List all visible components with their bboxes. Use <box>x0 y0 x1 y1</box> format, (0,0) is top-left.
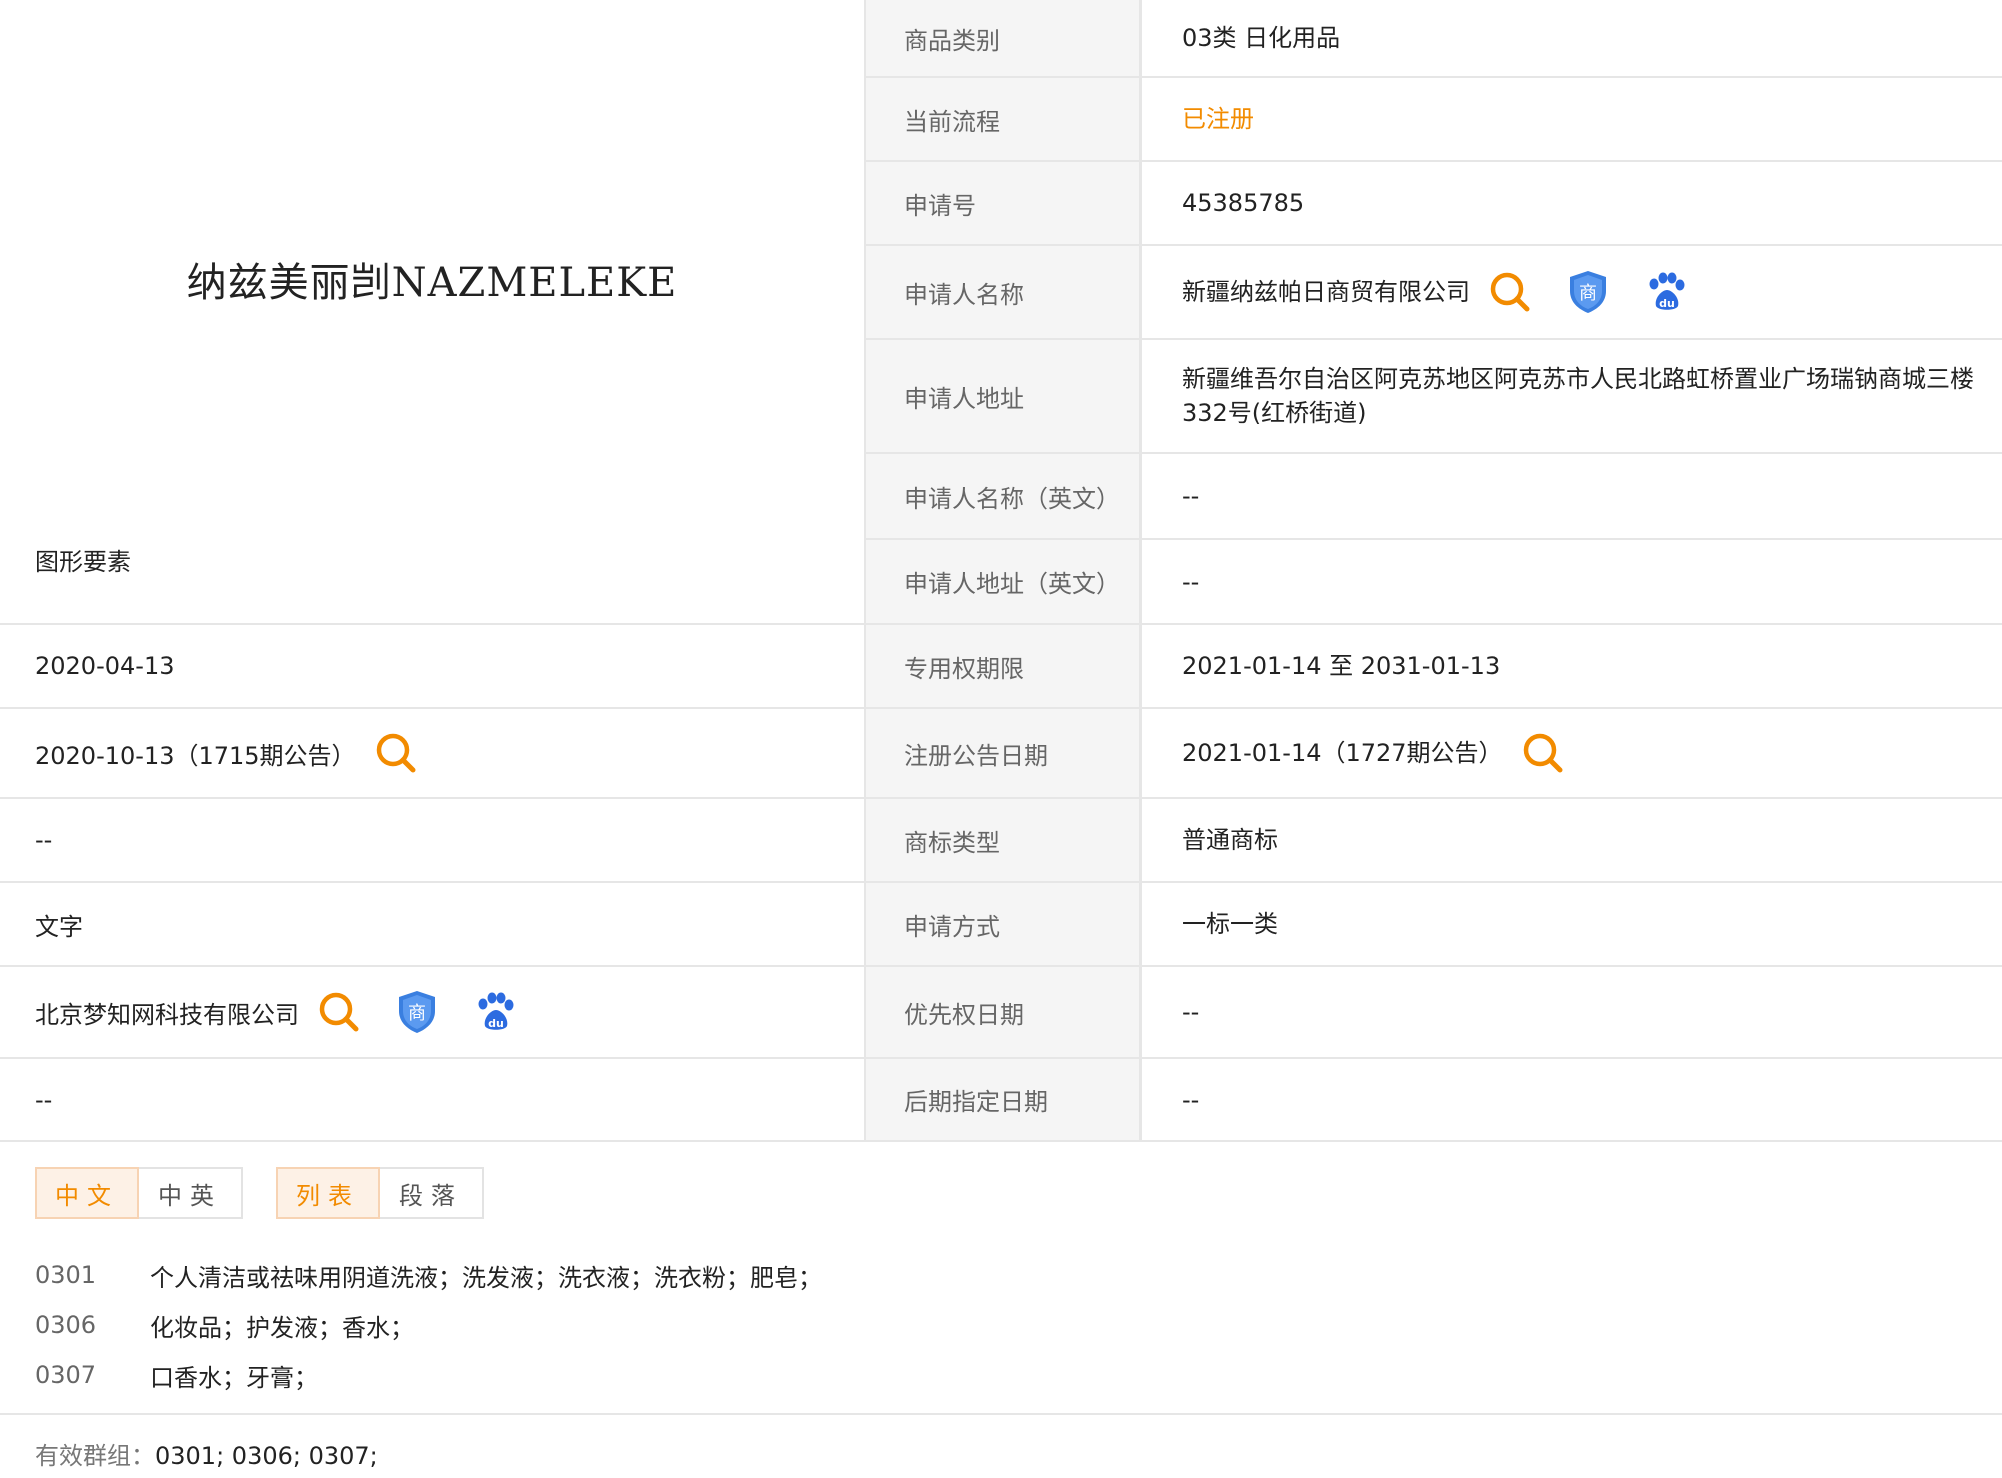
trademark-image-cell <box>0 0 864 625</box>
trademark-form-cell: 文字 <box>0 883 864 967</box>
application-method-value: 一标一类 <box>1182 910 1278 938</box>
tab-chinese-english[interactable]: 中英 <box>139 1167 243 1219</box>
left-row-3-value: -- <box>35 826 53 854</box>
svg-text:商: 商 <box>1579 283 1597 304</box>
applicant-icons: 商 du <box>1488 269 1688 315</box>
exclusive-period-value: 2021-01-14 至 2031-01-13 <box>1182 652 1501 680</box>
later-designation-date-label: 后期指定日期 <box>866 1059 1142 1140</box>
group-items: 化妆品；护发液；香水； <box>150 1313 414 1342</box>
goods-class-value: 03类 日化用品 <box>1182 24 1341 52</box>
valid-groups-label: 有效群组： <box>35 1442 155 1470</box>
shang-shield-icon[interactable]: 商 <box>1566 269 1610 315</box>
announcement-icons <box>374 731 418 775</box>
list-item: 0306 化妆品；护发液；香水； <box>35 1300 822 1350</box>
graphic-elements-label: 图形要素 <box>35 548 131 576</box>
row-application-number: 申请号 45385785 <box>866 162 2002 246</box>
application-method-label: 申请方式 <box>866 883 1142 965</box>
preliminary-announcement-date: 2020-10-13（1715期公告） <box>35 741 356 770</box>
tab-chinese[interactable]: 中文 <box>35 1167 139 1219</box>
row-goods-class: 商品类别 03类 日化用品 <box>866 0 2002 78</box>
registration-announcement-label: 注册公告日期 <box>866 709 1142 797</box>
agent-cell: 北京梦知网科技有限公司 商 du <box>0 967 864 1059</box>
agent-name: 北京梦知网科技有限公司 <box>35 1000 299 1029</box>
current-status-label: 当前流程 <box>866 78 1142 160</box>
group-items: 口香水；牙膏； <box>150 1363 318 1392</box>
left-row-6-value: -- <box>35 1085 53 1114</box>
baidu-paw-icon[interactable]: du <box>473 990 517 1034</box>
svg-text:商: 商 <box>408 1003 426 1024</box>
applicant-address-en-value: -- <box>1182 567 1200 596</box>
search-icon[interactable] <box>1488 270 1532 314</box>
divider <box>0 1413 2002 1415</box>
priority-date-label: 优先权日期 <box>866 967 1142 1057</box>
svg-text:du: du <box>1659 297 1675 310</box>
application-date: 2020-04-13 <box>35 652 175 680</box>
list-item: 0307 口香水；牙膏； <box>35 1350 822 1400</box>
application-number-label: 申请号 <box>866 162 1142 244</box>
left-row-6: -- <box>0 1059 864 1142</box>
applicant-address-value: 新疆维吾尔自治区阿克苏地区阿克苏市人民北路虹桥置业广场瑞钠商城三楼332号(红桥… <box>1182 365 1974 427</box>
preliminary-announcement-cell: 2020-10-13（1715期公告） <box>0 709 864 799</box>
applicant-name-label: 申请人名称 <box>866 246 1142 338</box>
shang-shield-icon[interactable]: 商 <box>395 989 439 1035</box>
tab-paragraph[interactable]: 段落 <box>380 1167 484 1219</box>
applicant-address-label: 申请人地址 <box>866 340 1142 452</box>
registration-announcement-value: 2021-01-14（1727期公告） <box>1182 739 1503 767</box>
row-trademark-type: 商标类型 普通商标 <box>866 799 2002 883</box>
applicant-name-en-value: -- <box>1182 482 1200 510</box>
row-application-method: 申请方式 一标一类 <box>866 883 2002 967</box>
view-tabs: 列表 段落 <box>276 1167 484 1219</box>
goods-services-list: 0301 个人清洁或祛味用阴道洗液；洗发液；洗衣液；洗衣粉；肥皂； 0306 化… <box>35 1250 822 1400</box>
trademark-text-image: 纳兹美丽剀NAZMELEKE <box>186 260 678 306</box>
application-number-value: 45385785 <box>1182 189 1305 217</box>
row-applicant-address-en: 申请人地址（英文） -- <box>866 540 2002 625</box>
search-icon[interactable] <box>1521 731 1565 775</box>
valid-groups: 有效群组：0301; 0306; 0307; <box>35 1436 378 1471</box>
tab-list[interactable]: 列表 <box>276 1167 380 1219</box>
status-registered: 已注册 <box>1182 105 1254 133</box>
trademark-form: 文字 <box>35 912 83 941</box>
left-row-3: -- <box>0 799 864 883</box>
agent-icons: 商 du <box>317 989 517 1035</box>
row-later-designation-date: 后期指定日期 -- <box>866 1059 2002 1142</box>
row-applicant-name-en: 申请人名称（英文） -- <box>866 454 2002 540</box>
group-code: 0301 <box>35 1261 97 1289</box>
row-applicant-address: 申请人地址 新疆维吾尔自治区阿克苏地区阿克苏市人民北路虹桥置业广场瑞钠商城三楼3… <box>866 340 2002 454</box>
language-tabs: 中文 中英 <box>35 1167 243 1219</box>
row-priority-date: 优先权日期 -- <box>866 967 2002 1059</box>
applicant-name-value: 新疆纳兹帕日商贸有限公司 <box>1182 278 1470 306</box>
search-icon[interactable] <box>317 990 361 1034</box>
registration-icons <box>1521 731 1565 775</box>
svg-text:du: du <box>488 1017 504 1030</box>
applicant-name-en-label: 申请人名称（英文） <box>866 454 1142 538</box>
priority-date-value: -- <box>1182 998 1200 1026</box>
application-date-cell: 2020-04-13 <box>0 625 864 709</box>
baidu-paw-icon[interactable]: du <box>1644 270 1688 314</box>
trademark-type-value: 普通商标 <box>1182 826 1278 854</box>
goods-class-label: 商品类别 <box>866 0 1142 76</box>
trademark-type-label: 商标类型 <box>866 799 1142 881</box>
later-designation-date-value: -- <box>1182 1085 1200 1114</box>
row-current-status: 当前流程 已注册 <box>866 78 2002 162</box>
valid-groups-value: 0301; 0306; 0307; <box>155 1442 378 1470</box>
group-code: 0307 <box>35 1361 97 1389</box>
search-icon[interactable] <box>374 731 418 775</box>
applicant-address-en-label: 申请人地址（英文） <box>866 540 1142 623</box>
group-items: 个人清洁或祛味用阴道洗液；洗发液；洗衣液；洗衣粉；肥皂； <box>150 1263 822 1292</box>
row-registration-announcement: 注册公告日期 2021-01-14（1727期公告） <box>866 709 2002 799</box>
list-item: 0301 个人清洁或祛味用阴道洗液；洗发液；洗衣液；洗衣粉；肥皂； <box>35 1250 822 1300</box>
row-exclusive-period: 专用权期限 2021-01-14 至 2031-01-13 <box>866 625 2002 709</box>
exclusive-period-label: 专用权期限 <box>866 625 1142 707</box>
group-code: 0306 <box>35 1311 97 1339</box>
row-applicant-name: 申请人名称 新疆纳兹帕日商贸有限公司 商 du <box>866 246 2002 340</box>
